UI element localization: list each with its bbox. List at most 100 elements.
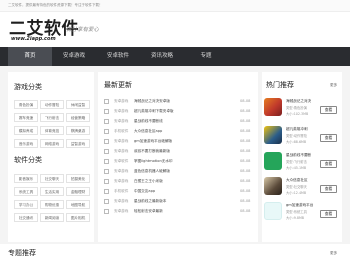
list-item[interactable]: 安卓游戏 蓝色信息机器人破解版 08-08: [104, 167, 254, 177]
app-size: 大小:102.3MB: [286, 112, 309, 116]
news-title[interactable]: 星战前线之最新版本: [134, 199, 166, 204]
app-name[interactable]: 超凡英雄冲刺: [286, 127, 308, 132]
list-item[interactable]: 安卓游戏 轻松射击安卓最新 08-08: [104, 207, 254, 217]
checkbox[interactable]: [104, 169, 109, 174]
view-button[interactable]: 查看: [320, 106, 337, 114]
list-item[interactable]: 安卓游戏 叔叔不要打断我最新版 08-08: [104, 147, 254, 157]
list-item[interactable]: 安卓游戏 星战前线之最新版本 08-08: [104, 197, 254, 207]
checkbox[interactable]: [104, 179, 109, 184]
news-title[interactable]: 蓝色信息机器人破解版: [134, 169, 170, 174]
news-date: 08-08: [240, 189, 251, 193]
game-category-tag[interactable]: 动作冒险: [40, 100, 64, 109]
news-date: 08-08: [240, 139, 251, 143]
game-category-tag[interactable]: 角色扮演: [14, 100, 38, 109]
app-size: 大小:88.6MB: [286, 140, 307, 144]
game-category-tag[interactable]: 经营策略: [66, 113, 90, 122]
app-thumbnail[interactable]: [264, 202, 282, 220]
list-item[interactable]: 海贼战记之对决 类型:角色扮演 大小:102.3MB 查看: [264, 98, 340, 128]
app-type: 类型:角色扮演: [286, 106, 307, 110]
list-item[interactable]: 安卓游戏 超凡英雄冲刺下载安卓版 08-08: [104, 107, 254, 117]
news-category: 安卓游戏: [114, 139, 129, 143]
topic-more-link[interactable]: 更多: [330, 251, 337, 256]
main-nav: 首页 安卓游戏 安卓软件 资讯攻略 专题: [0, 47, 350, 66]
news-title[interactable]: 中国交友app: [134, 189, 155, 194]
view-button[interactable]: 查看: [320, 210, 337, 218]
checkbox[interactable]: [104, 209, 109, 214]
news-title[interactable]: 叔叔不要打断我最新版: [134, 149, 170, 154]
game-category-tag[interactable]: 飞行射击: [40, 113, 64, 122]
news-title[interactable]: 白鹭王之王小米版: [134, 179, 163, 184]
news-title[interactable]: 海贼战记之对决安卓版: [134, 99, 170, 104]
game-category-tag[interactable]: 棋牌桌游: [66, 126, 90, 135]
list-item[interactable]: 安卓游戏 gm加速游戏平台破解版 08-08: [104, 137, 254, 147]
checkbox[interactable]: [104, 99, 109, 104]
checkbox[interactable]: [104, 199, 109, 204]
software-category-tag[interactable]: 影音娱乐: [14, 174, 38, 183]
news-title[interactable]: 星战前线不要断线: [134, 119, 163, 124]
news-title[interactable]: 掌图lightmotion无水印: [134, 159, 173, 164]
app-thumbnail[interactable]: [264, 98, 282, 116]
software-category-tag[interactable]: 图片相机: [66, 213, 90, 222]
checkbox[interactable]: [104, 189, 109, 194]
list-item[interactable]: 安卓游戏 海贼战记之对决安卓版 08-08: [104, 97, 254, 107]
software-category-tag[interactable]: 购物优惠: [40, 200, 64, 209]
news-date: 08-08: [240, 149, 251, 153]
view-button[interactable]: 查看: [320, 160, 337, 168]
news-title[interactable]: 超凡英雄冲刺下载安卓版: [134, 109, 174, 114]
app-name[interactable]: 星战前线不要断: [286, 153, 311, 158]
software-category-tag[interactable]: 社交通讯: [14, 213, 38, 222]
software-category-tag[interactable]: 系统工具: [14, 187, 38, 196]
nav-topics[interactable]: 专题: [184, 47, 228, 66]
list-item[interactable]: 手机软件 大众信息社区app 08-08: [104, 127, 254, 137]
app-thumbnail[interactable]: [264, 177, 282, 195]
game-category-tag[interactable]: 模拟养成: [14, 126, 38, 135]
software-category-tag[interactable]: 新闻阅读: [40, 213, 64, 222]
list-item[interactable]: gm加速游戏平台 类型:系统工具 大小:9.8MB 查看: [264, 202, 340, 232]
news-date: 08-08: [240, 129, 251, 133]
hot-recommend-title: 热门推荐: [266, 81, 294, 89]
news-category: 安卓游戏: [114, 149, 129, 153]
list-item[interactable]: 手机软件 中国交友app 08-08: [104, 187, 254, 197]
list-item[interactable]: 安卓游戏 星战前线不要断线 08-08: [104, 117, 254, 127]
software-category-tag[interactable]: 地图导航: [66, 200, 90, 209]
app-name[interactable]: 海贼战记之对决: [286, 99, 311, 104]
nav-home[interactable]: 首页: [8, 47, 52, 66]
checkbox[interactable]: [104, 129, 109, 134]
app-name[interactable]: gm加速游戏平台: [286, 203, 313, 208]
checkbox[interactable]: [104, 159, 109, 164]
app-name[interactable]: 大众信息社区: [286, 178, 308, 183]
checkbox[interactable]: [104, 139, 109, 144]
game-category-tag[interactable]: 音乐游戏: [14, 139, 38, 148]
software-category-tag[interactable]: 学习办公: [14, 200, 38, 209]
news-category: 安卓游戏: [114, 179, 129, 183]
checkbox[interactable]: [104, 149, 109, 154]
checkbox[interactable]: [104, 109, 109, 114]
news-category: 手机软件: [114, 189, 129, 193]
software-category-tag[interactable]: 生活实用: [40, 187, 64, 196]
checkbox[interactable]: [104, 119, 109, 124]
game-category-tag[interactable]: 益智游戏: [66, 139, 90, 148]
game-category-tag[interactable]: 赛车竞速: [14, 113, 38, 122]
nav-news-guides[interactable]: 资讯攻略: [140, 47, 184, 66]
game-category-tag[interactable]: 体育竞技: [40, 126, 64, 135]
news-title[interactable]: gm加速游戏平台破解版: [134, 139, 172, 144]
list-item[interactable]: 安卓游戏 白鹭王之王小米版 08-08: [104, 177, 254, 187]
app-thumbnail[interactable]: [264, 152, 282, 170]
software-category-tag[interactable]: 拍摄美化: [66, 174, 90, 183]
list-item[interactable]: 安卓软件 掌图lightmotion无水印 08-08: [104, 157, 254, 167]
game-category-tag[interactable]: 休闲益智: [66, 100, 90, 109]
nav-android-games[interactable]: 安卓游戏: [52, 47, 96, 66]
app-size: 大小:12.4MB: [286, 191, 307, 195]
game-category-tag[interactable]: 网络游戏: [40, 139, 64, 148]
latest-updates-title: 最新更新: [104, 81, 132, 89]
news-title[interactable]: 轻松射击安卓最新: [134, 209, 163, 214]
hot-more-link[interactable]: 更多: [330, 83, 337, 88]
view-button[interactable]: 查看: [320, 185, 337, 193]
view-button[interactable]: 查看: [320, 134, 337, 142]
topic-title: 专题推荐: [8, 249, 36, 257]
software-category-tag[interactable]: 社交聊天: [40, 174, 64, 183]
news-title[interactable]: 大众信息社区app: [134, 129, 162, 134]
app-thumbnail[interactable]: [264, 126, 282, 144]
nav-android-software[interactable]: 安卓软件: [96, 47, 140, 66]
software-category-tag[interactable]: 金融理财: [66, 187, 90, 196]
